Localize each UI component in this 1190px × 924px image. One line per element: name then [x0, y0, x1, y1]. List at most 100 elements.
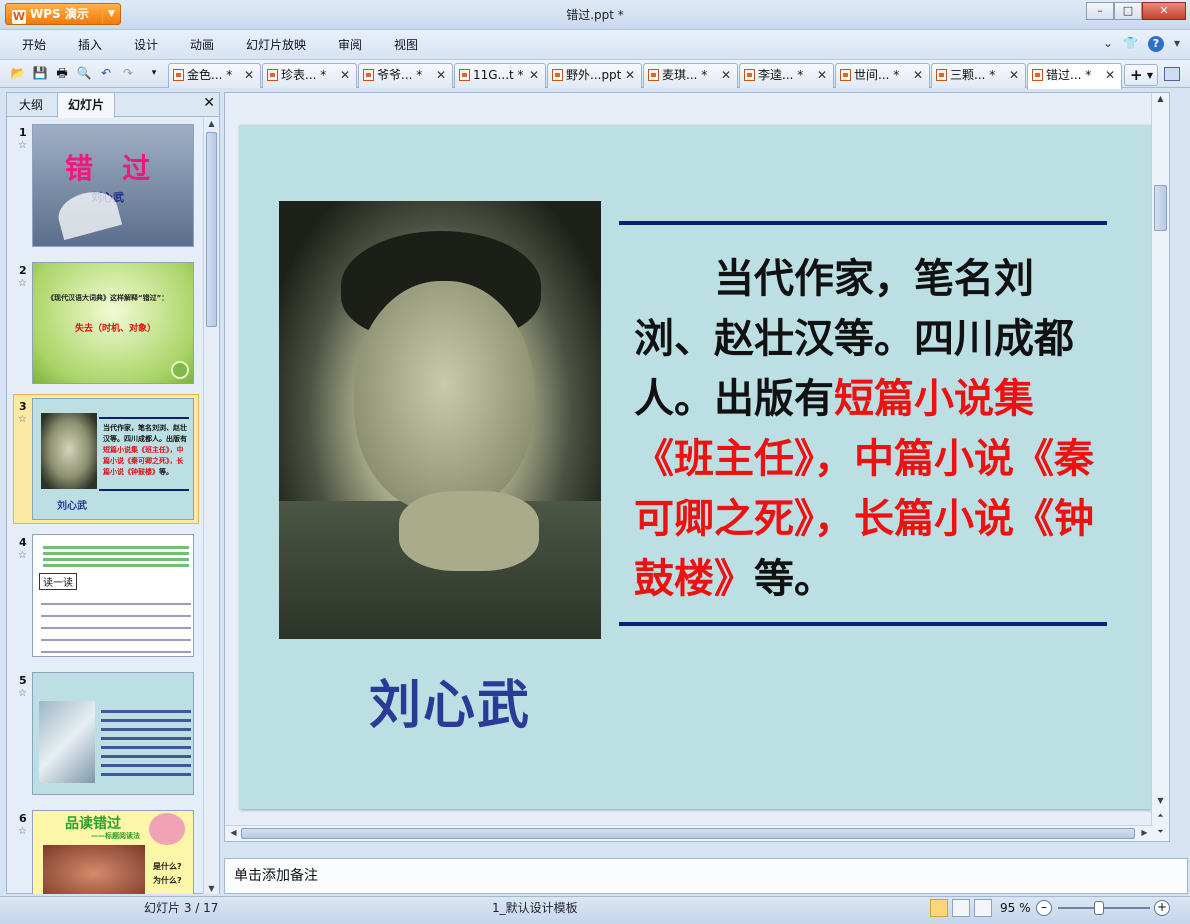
doc-tab[interactable]: 世间... * ✕	[835, 63, 930, 88]
close-tab-icon[interactable]: ✕	[1105, 64, 1115, 86]
maximize-button[interactable]: □	[1114, 2, 1142, 20]
new-tab-button[interactable]: + ▼	[1124, 64, 1158, 86]
help-icon[interactable]: ?	[1147, 36, 1164, 52]
close-tab-icon[interactable]: ✕	[1009, 64, 1019, 86]
window-controls: – □ ✕	[1086, 2, 1186, 20]
doc-tab[interactable]: 金色... * ✕	[168, 63, 261, 88]
tab-outline[interactable]: 大纲	[9, 93, 53, 117]
close-tab-icon[interactable]: ✕	[340, 64, 350, 86]
author-photo-thumb	[41, 413, 97, 489]
scroll-thumb[interactable]	[241, 828, 1135, 839]
minimize-button[interactable]: –	[1086, 2, 1114, 20]
document-title: 错过.ppt *	[566, 8, 624, 22]
print-icon[interactable]: 🖶	[54, 65, 70, 81]
menu-insert[interactable]: 插入	[78, 30, 102, 60]
slide-sorter-view-icon[interactable]	[952, 899, 970, 917]
slide-thumbnail-4[interactable]: 读一读	[32, 534, 194, 657]
window-layout-icon[interactable]	[1164, 67, 1180, 81]
doc-tab[interactable]: 麦琪... * ✕	[643, 63, 738, 88]
scroll-up-icon[interactable]: ▲	[1155, 94, 1166, 103]
slide-thumbnail-2[interactable]: 《现代汉语大词典》这样解释“错过”： 失去（时机、对象）	[32, 262, 194, 384]
doc-tab-active[interactable]: 错过... * ✕	[1027, 63, 1122, 89]
thumb-rule	[99, 489, 189, 491]
previous-slide-icon[interactable]: ⏶	[1155, 811, 1166, 821]
menu-right-tools: ⌄ 👕 ? ▾	[1103, 36, 1180, 52]
slides-panel: 大纲 幻灯片 ✕ 1 ☆ 错 过 刘心武 2 ☆ 《现代汉语大词典》这样解释“错…	[6, 92, 220, 894]
author-name[interactable]: 刘心武	[369, 663, 531, 738]
slide-vertical-scrollbar[interactable]: ▲ ▼ ⏶ ⏷	[1151, 93, 1169, 841]
current-slide[interactable]: 当代作家，笔名刘浏、赵壮汉等。四川成都人。出版有短篇小说集《班主任》，中篇小说《…	[239, 125, 1153, 809]
thumb-line: 《现代汉语大词典》这样解释“错过”：	[47, 294, 169, 302]
close-tab-icon[interactable]: ✕	[529, 64, 539, 86]
scroll-thumb[interactable]	[206, 132, 217, 327]
open-folder-icon[interactable]: 📂	[10, 65, 26, 81]
menu-slideshow[interactable]: 幻灯片放映	[246, 30, 306, 60]
thumb-read-button: 读一读	[39, 573, 77, 590]
slide-horizontal-scrollbar[interactable]: ◀ ▶	[225, 825, 1153, 841]
scroll-right-icon[interactable]: ▶	[1139, 828, 1150, 837]
thumb-number: 6	[19, 812, 27, 825]
menu-home[interactable]: 开始	[22, 30, 46, 60]
template-name[interactable]: 1_默认设计模板	[492, 897, 578, 919]
menu-design[interactable]: 设计	[134, 30, 158, 60]
presentation-icon	[552, 69, 563, 81]
menu-review[interactable]: 审阅	[338, 30, 362, 60]
close-tab-icon[interactable]: ✕	[244, 64, 254, 86]
doc-tab[interactable]: 11G...t * ✕	[454, 63, 546, 88]
toolbar-dropdown-icon[interactable]: ▾	[146, 65, 162, 81]
thumbnail-list: 1 ☆ 错 过 刘心武 2 ☆ 《现代汉语大词典》这样解释“错过”： 失去（时机…	[7, 118, 203, 894]
author-photo[interactable]	[279, 201, 601, 639]
star-icon: ☆	[18, 688, 27, 699]
doc-tab[interactable]: 爷爷... * ✕	[358, 63, 453, 88]
zoom-slider-knob[interactable]	[1094, 901, 1104, 915]
slide-canvas-area: 当代作家，笔名刘浏、赵壮汉等。四川成都人。出版有短篇小说集《班主任》，中篇小说《…	[224, 92, 1170, 842]
thumb-number: 1	[19, 126, 27, 139]
slide-thumbnail-3[interactable]: 当代作家，笔名刘浏、赵壮汉等。四川成都人。出版有短篇小说集《班主任》，中篇小说《…	[32, 398, 194, 520]
zoom-slider-track[interactable]	[1058, 907, 1150, 909]
menu-animation[interactable]: 动画	[190, 30, 214, 60]
close-tab-icon[interactable]: ✕	[625, 64, 635, 86]
doc-tab[interactable]: 珍表... * ✕	[262, 63, 357, 88]
slideshow-view-icon[interactable]	[974, 899, 992, 917]
close-window-button[interactable]: ✕	[1142, 2, 1186, 20]
close-tab-icon[interactable]: ✕	[817, 64, 827, 86]
tab-slides[interactable]: 幻灯片	[57, 92, 116, 118]
scroll-left-icon[interactable]: ◀	[228, 828, 239, 837]
doc-tab[interactable]: 三颗... * ✕	[931, 63, 1026, 88]
zoom-in-icon[interactable]: +	[1154, 900, 1170, 916]
thumb-subtitle: ——标题阅读法	[91, 832, 140, 840]
doc-tab[interactable]: 野外...ppt ✕	[547, 63, 642, 88]
menu-view[interactable]: 视图	[394, 30, 418, 60]
scroll-thumb[interactable]	[1154, 185, 1167, 231]
slide-thumbnail-1[interactable]: 错 过 刘心武	[32, 124, 194, 247]
close-tab-icon[interactable]: ✕	[913, 64, 923, 86]
slide-thumbnail-5[interactable]	[32, 672, 194, 795]
skin-icon[interactable]: 👕	[1123, 36, 1138, 52]
slide-thumbnail-6[interactable]: 品读错过 ——标题阅读法 是什么? 为什么?	[32, 810, 194, 894]
next-slide-icon[interactable]: ⏷	[1155, 827, 1166, 837]
presentation-icon	[173, 69, 184, 81]
undo-icon[interactable]: ↶	[98, 65, 114, 81]
doc-tab[interactable]: 李逵... * ✕	[739, 63, 834, 88]
thumbnail-scrollbar[interactable]: ▲ ▼	[203, 118, 219, 894]
save-icon[interactable]: 💾	[32, 65, 48, 81]
presentation-icon	[936, 69, 947, 81]
normal-view-icon[interactable]	[930, 899, 948, 917]
collapse-ribbon-icon[interactable]: ⌄	[1103, 36, 1113, 52]
close-panel-icon[interactable]: ✕	[203, 95, 215, 111]
scroll-up-icon[interactable]: ▲	[206, 119, 217, 128]
scroll-down-icon[interactable]: ▼	[1155, 796, 1166, 805]
zoom-out-icon[interactable]: –	[1036, 900, 1052, 916]
photo-hand	[399, 491, 539, 571]
chevron-down-icon[interactable]: ▼	[1147, 66, 1153, 86]
thumb-number: 5	[19, 674, 27, 687]
notes-pane[interactable]: 单击添加备注	[224, 858, 1188, 894]
close-tab-icon[interactable]: ✕	[721, 64, 731, 86]
scroll-down-icon[interactable]: ▼	[206, 884, 217, 893]
presentation-icon	[459, 69, 470, 81]
author-bio-textbox[interactable]: 当代作家，笔名刘浏、赵壮汉等。四川成都人。出版有短篇小说集《班主任》，中篇小说《…	[634, 249, 1102, 609]
chevron-down-icon[interactable]: ▾	[1174, 36, 1180, 52]
redo-icon[interactable]: ↷	[120, 65, 136, 81]
close-tab-icon[interactable]: ✕	[436, 64, 446, 86]
print-preview-icon[interactable]: 🔍	[76, 65, 92, 81]
